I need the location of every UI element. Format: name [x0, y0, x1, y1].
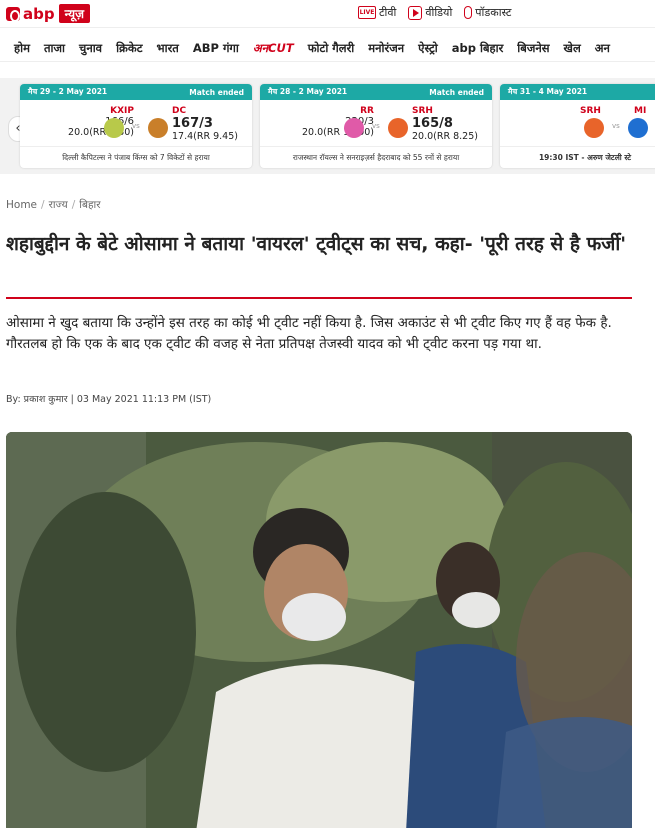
team2-logo-icon — [628, 118, 648, 138]
nav-item-astro[interactable]: ऐस्ट्रो — [418, 41, 438, 56]
team1-logo-icon — [344, 118, 364, 138]
score-card[interactable]: मैच 31 - 4 May 2021 SRH vs MI 19:30 IST … — [500, 84, 655, 168]
article-summary: ओसामा ने खुद बताया कि उन्होंने इस तरह का… — [6, 315, 612, 352]
team2-overs: 17.4(RR 9.45) — [172, 131, 238, 142]
video-play-icon — [408, 5, 423, 20]
score-card[interactable]: मैच 28 - 2 May 2021 Match ended RR 220/3… — [260, 84, 492, 168]
match-label: मैच 28 - 2 May 2021 — [268, 87, 348, 96]
vs-label: vs — [612, 122, 620, 130]
live-tv-icon: LIVE — [358, 6, 376, 19]
podcast-link[interactable]: पॉडकास्ट — [464, 5, 511, 20]
nav-item-business[interactable]: बिजनेस — [517, 41, 549, 56]
match-label: मैच 29 - 2 May 2021 — [28, 87, 108, 96]
abp-logo-mark-icon — [6, 6, 20, 22]
abp-logo-text: abp — [6, 5, 55, 23]
team1-logo-icon — [104, 118, 124, 138]
match-label: मैच 31 - 4 May 2021 — [508, 87, 588, 96]
breadcrumb-state[interactable]: राज्य — [49, 199, 68, 211]
team1-overs: 20.0(RR 8.30) — [68, 127, 134, 138]
team2-score: 165/8 — [412, 116, 453, 131]
vs-label: vs — [132, 122, 140, 130]
video-link[interactable]: वीडियो — [408, 5, 452, 20]
nav-item-elections[interactable]: चुनाव — [79, 41, 102, 56]
score-card[interactable]: मैच 29 - 2 May 2021 Match ended KXIP 166… — [20, 84, 252, 168]
breadcrumb-home[interactable]: Home — [6, 199, 37, 211]
abp-logo-news: न्यूज़ — [58, 4, 91, 23]
team1-name: KXIP — [110, 106, 134, 116]
nav-item-sports[interactable]: खेल — [564, 41, 581, 56]
match-result: दिल्ली कैपिटल्स ने पंजाब किंग्स को 7 विक… — [20, 146, 252, 168]
article-hero-image[interactable] — [6, 432, 632, 828]
team2-score: 167/3 — [172, 116, 213, 131]
hero-photo — [6, 432, 632, 828]
article-byline: By: प्रकाश कुमार | 03 May 2021 11:13 PM … — [6, 394, 212, 405]
nav-item-more[interactable]: अन — [595, 41, 610, 56]
nav-item-abp-bihar[interactable]: abp बिहार — [452, 41, 504, 56]
team2-name: MI — [634, 106, 647, 116]
score-strip: ‹ मैच 29 - 2 May 2021 Match ended KXIP 1… — [0, 78, 655, 174]
team1-name: RR — [360, 106, 374, 116]
vs-label: vs — [372, 122, 380, 130]
match-result: 19:30 IST - अरुण जेटली स्टे — [500, 146, 655, 168]
score-card-header: मैच 31 - 4 May 2021 — [500, 84, 655, 100]
top-links: LIVE टीवी वीडियो पॉडकास्ट — [358, 5, 511, 20]
nav-item-latest[interactable]: ताजा — [44, 41, 65, 56]
match-status: Match ended — [189, 87, 244, 97]
nav-item-uncut[interactable]: अनCUT — [253, 41, 294, 56]
breadcrumb-separator: / — [41, 199, 45, 211]
top-bar: abp न्यूज़ LIVE टीवी वीडियो पॉडकास्ट — [0, 0, 655, 28]
breadcrumb: Home / राज्य / बिहार — [6, 198, 101, 212]
team1-name: SRH — [580, 106, 601, 116]
nav-item-photo-gallery[interactable]: फोटो गैलरी — [308, 41, 355, 56]
score-card-header: मैच 28 - 2 May 2021 Match ended — [260, 84, 492, 100]
match-status: Match ended — [429, 87, 484, 97]
team1-logo-icon — [584, 118, 604, 138]
nav-item-home[interactable]: होम — [14, 41, 30, 56]
microphone-icon — [464, 6, 473, 19]
main-nav: होम ताजा चुनाव क्रिकेट भारत ABP गंगा अनC… — [0, 36, 655, 62]
team2-logo-icon — [148, 118, 168, 138]
headline-divider — [6, 297, 632, 299]
breadcrumb-separator: / — [71, 199, 76, 211]
article-headline: शहाबुद्दीन के बेटे ओसामा ने बताया 'वायरल… — [6, 233, 627, 255]
nav-item-india[interactable]: भारत — [157, 41, 179, 56]
breadcrumb-bihar[interactable]: बिहार — [79, 199, 100, 211]
team2-name: SRH — [412, 106, 433, 116]
match-result: राजस्थान रॉयल्स ने सनराइज़र्स हैदराबाद क… — [260, 146, 492, 168]
team2-logo-icon — [388, 118, 408, 138]
tv-link[interactable]: LIVE टीवी — [358, 5, 396, 20]
team2-overs: 20.0(RR 8.25) — [412, 131, 478, 142]
abp-logo[interactable]: abp न्यूज़ — [6, 4, 91, 23]
nav-item-cricket[interactable]: क्रिकेट — [116, 41, 142, 56]
score-card-header: मैच 29 - 2 May 2021 Match ended — [20, 84, 252, 100]
team1-score: 166/6 — [68, 116, 134, 127]
nav-item-abp-ganga[interactable]: ABP गंगा — [193, 41, 239, 56]
team2-name: DC — [172, 106, 187, 116]
nav-item-entertainment[interactable]: मनोरंजन — [368, 41, 404, 56]
